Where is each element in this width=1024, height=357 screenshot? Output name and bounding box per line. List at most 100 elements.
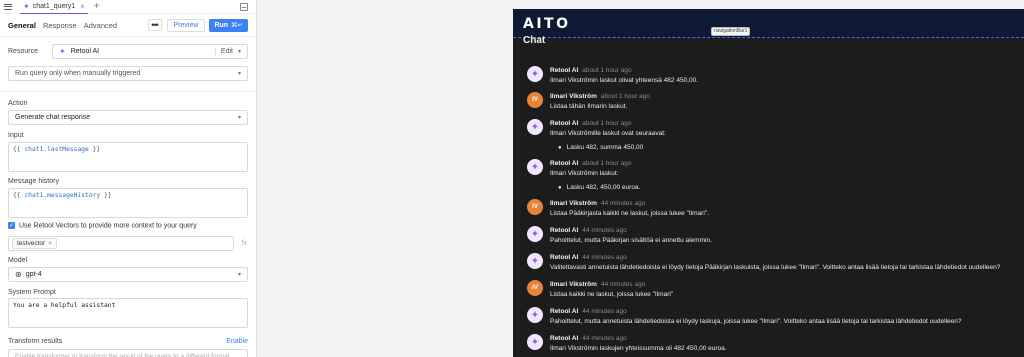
- retool-ai-avatar: ✦: [527, 66, 543, 82]
- message-text: Ilmari Vikströmille laskut ovat seuraava…: [550, 130, 666, 137]
- message-text: Pahoittelut, mutta Pääkirjan sisältöä ei…: [550, 237, 712, 244]
- message-time: about 1 hour ago: [582, 160, 632, 167]
- divider: [0, 91, 256, 92]
- message-time: about 1 hour ago: [582, 67, 632, 74]
- retool-ai-icon: ✦: [59, 46, 66, 56]
- message-text: Ilmari Vikströmin laskut:: [550, 170, 619, 177]
- message-author: Ilmari Vikström: [550, 200, 597, 207]
- add-query-icon[interactable]: +: [94, 1, 100, 12]
- run-label: Run: [214, 21, 229, 29]
- action-label: Action: [8, 100, 28, 107]
- resource-label: Resource: [8, 47, 38, 55]
- tab-general[interactable]: General: [8, 21, 36, 30]
- retool-ai-avatar: ✦: [527, 253, 543, 269]
- action-select[interactable]: Generate chat response ▾: [8, 110, 248, 125]
- list-item: ● Lasku 482, summa 450,00: [558, 144, 644, 151]
- fx-icon[interactable]: fx: [242, 240, 247, 247]
- vector-chip-label: testvector: [17, 240, 46, 247]
- trigger-select[interactable]: Run query only when manually triggered ▾: [8, 66, 248, 81]
- chat-message: ✦ Retool AI 44 minutes ago Ilmari Vikströ…: [527, 334, 1018, 355]
- resource-value: Retool AI: [70, 47, 100, 55]
- preview-button[interactable]: Preview: [166, 18, 206, 32]
- edit-resource-button[interactable]: Edit: [214, 47, 233, 55]
- message-text: Listaa Pääkirjasta kaikki ne laskut, joi…: [550, 210, 709, 217]
- navigation-bar-tag: navigationBar1: [711, 27, 751, 36]
- transform-label: Transform results: [8, 338, 63, 345]
- input-code-editor[interactable]: {{ chat1.lastMessage }}: [8, 142, 248, 172]
- list-item: ● Lasku 482, 450,00 euroa.: [558, 184, 641, 191]
- message-author: Retool AI: [550, 335, 579, 342]
- system-prompt-editor[interactable]: You are a helpful assistant: [8, 298, 248, 328]
- tab-advanced[interactable]: Advanced: [84, 21, 117, 30]
- message-time: 44 minutes ago: [582, 308, 627, 315]
- message-text: Ilmari Vikströmin laskut olivat yhteensä…: [550, 77, 699, 84]
- retool-ai-avatar: ✦: [527, 119, 543, 135]
- resource-select[interactable]: ✦ Retool AI Edit ▾: [52, 43, 248, 59]
- message-author: Retool AI: [550, 254, 579, 261]
- hamburger-menu-icon[interactable]: [4, 3, 14, 10]
- query-subtabs: General Response Advanced ••• Preview Ru…: [0, 14, 256, 37]
- vectors-label: Use Retool Vectors to provide more conte…: [19, 222, 197, 230]
- transform-row: Transform results Enable: [8, 338, 248, 345]
- vector-chip: testvector ×: [12, 238, 57, 249]
- openai-icon: ⊛: [15, 270, 22, 279]
- retool-ai-avatar: ✦: [527, 159, 543, 175]
- chevron-down-icon: ▾: [237, 272, 241, 278]
- action-value: Generate chat response: [15, 114, 91, 121]
- vector-select-row: testvector × fx: [8, 236, 248, 252]
- query-tab[interactable]: ✦ chat1_query1 ×: [20, 0, 88, 14]
- chat-message: ✦ Retool AI about 1 hour ago Ilmari Vikst…: [527, 119, 1018, 154]
- chat-message: ✦ Retool AI about 1 hour ago Ilmari Vikst…: [527, 66, 1018, 87]
- message-author: Ilmari Vikström: [550, 93, 597, 100]
- chat-message: IV Ilmari Vikström 44 minutes ago Listaa …: [527, 199, 1018, 220]
- selection-outline: [513, 37, 1024, 38]
- model-select[interactable]: ⊛ gpt-4 ▾: [8, 267, 248, 282]
- remove-chip-icon[interactable]: ×: [48, 240, 52, 247]
- message-author: Retool AI: [550, 67, 579, 74]
- close-tab-icon[interactable]: ×: [80, 2, 85, 11]
- message-author: Retool AI: [550, 227, 579, 234]
- model-label: Model: [8, 257, 28, 264]
- chat-message: ✦ Retool AI 44 minutes ago Pahoittelut, m…: [527, 226, 1018, 247]
- trigger-value: Run query only when manually triggered: [15, 70, 141, 77]
- message-time: 44 minutes ago: [582, 227, 627, 234]
- chat-message: ✦ Retool AI about 1 hour ago Ilmari Vikst…: [527, 159, 1018, 194]
- more-options-button[interactable]: •••: [147, 19, 162, 31]
- retool-ai-avatar: ✦: [527, 334, 543, 350]
- message-text: Valitettavasti annetuista lähdetiedoista…: [550, 264, 1001, 271]
- chat-message: ✦ Retool AI 44 minutes ago Valitettavasti…: [527, 253, 1018, 274]
- query-tab-label: chat1_query1: [32, 2, 76, 10]
- tab-response[interactable]: Response: [43, 21, 77, 30]
- vector-select[interactable]: testvector ×: [8, 236, 234, 251]
- query-tabbar: ✦ chat1_query1 × +: [0, 0, 256, 14]
- chat-title: Chat: [523, 35, 546, 46]
- message-text: Ilmari Vikströmin laskujen yhteissumma o…: [550, 345, 727, 352]
- input-expression: chat1.lastMessage: [24, 146, 89, 153]
- run-button[interactable]: Run ⌘↵: [209, 18, 248, 32]
- message-history-code-editor[interactable]: {{ chat1.messageHistory }}: [8, 188, 248, 218]
- message-time: about 1 hour ago: [582, 120, 632, 127]
- message-author: Retool AI: [550, 160, 579, 167]
- message-author: Retool AI: [550, 308, 579, 315]
- message-text: Listaa tähän Ilmarin laskut.: [550, 103, 628, 110]
- collapse-panel-icon[interactable]: [240, 3, 248, 11]
- model-value: gpt-4: [25, 271, 42, 278]
- message-author: Retool AI: [550, 120, 579, 127]
- enable-transform-link[interactable]: Enable: [226, 338, 248, 345]
- navigation-bar: AITO navigationBar1: [513, 9, 1024, 38]
- message-time: 44 minutes ago: [600, 281, 646, 288]
- message-text: Listaa kaikki ne laskut, joissa lukee "I…: [550, 291, 674, 298]
- chevron-down-icon: ▾: [237, 71, 241, 77]
- retool-ai-avatar: ✦: [527, 307, 543, 323]
- aito-logo: AITO: [523, 15, 571, 32]
- message-author: Ilmari Vikström: [550, 281, 597, 288]
- chat-message: ✦ Retool AI 44 minutes ago Pahoittelut, m…: [527, 307, 1018, 328]
- user-avatar: IV: [527, 92, 543, 108]
- vectors-checkbox[interactable]: ✓: [8, 222, 15, 229]
- chevron-down-icon: ▾: [237, 115, 241, 121]
- input-label: Input: [8, 132, 24, 139]
- message-time: about 1 hour ago: [600, 93, 651, 100]
- message-time: 44 minutes ago: [600, 200, 646, 207]
- user-avatar: IV: [527, 280, 543, 296]
- run-shortcut: ⌘↵: [231, 22, 243, 29]
